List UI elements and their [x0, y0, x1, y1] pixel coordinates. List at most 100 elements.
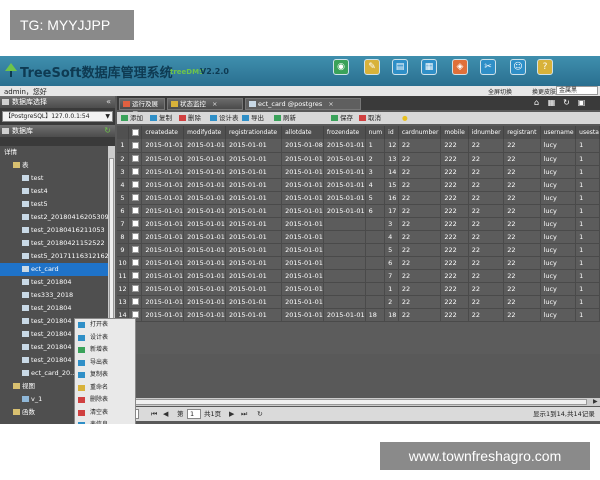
row-checkbox[interactable]	[131, 311, 139, 318]
table-cell[interactable]: 1	[575, 152, 600, 166]
table-cell[interactable]: 2015-01-01	[225, 269, 283, 283]
skin-select[interactable]: 金属黑	[556, 86, 598, 95]
table-cell[interactable]: 222	[440, 269, 469, 283]
fullscreen-toggle[interactable]: 全屏切换	[488, 87, 512, 96]
table-cell[interactable]	[323, 217, 366, 231]
table-cell[interactable]: 22	[503, 269, 541, 283]
table-row[interactable]: 9 2015-01-01 2015-01-01 2015-01-01 2015-01-0…	[117, 243, 600, 257]
row-select-cell[interactable]	[128, 256, 143, 270]
grid-horizontal-scrollbar[interactable]: ◀ ▶	[117, 398, 600, 406]
table-cell[interactable]	[323, 269, 366, 283]
user-icon[interactable]: ☺	[510, 59, 526, 75]
table-cell[interactable]: lucy	[540, 282, 577, 296]
table-cell[interactable]: 2015-01-01	[281, 217, 324, 231]
column-header[interactable]: num	[365, 126, 386, 139]
table-cell[interactable]: 2015-01-01	[183, 217, 226, 231]
table-cell[interactable]: 2015-01-01	[281, 295, 324, 309]
table-cell[interactable]: 2015-01-01	[323, 204, 366, 218]
table-cell[interactable]: 2015-01-01	[141, 269, 185, 283]
next-page-icon[interactable]: ▶	[229, 409, 234, 419]
table-cell[interactable]: 1	[575, 217, 600, 231]
column-header[interactable]: createdate	[141, 126, 185, 139]
table-cell[interactable]: 6	[365, 204, 386, 218]
table-cell[interactable]: 22	[398, 204, 442, 218]
help-icon[interactable]: ?	[537, 59, 553, 75]
table-cell[interactable]: 22	[503, 178, 541, 192]
table-cell[interactable]: 2015-01-01	[183, 230, 226, 244]
table-cell[interactable]: 2015-01-01	[183, 295, 226, 309]
table-cell[interactable]: 2015-01-01	[281, 243, 324, 257]
context-menu-item[interactable]: 新增表	[75, 344, 135, 357]
collapse-icon[interactable]: «	[106, 96, 111, 108]
table-cell[interactable]: 1	[365, 139, 386, 153]
row-select-cell[interactable]	[128, 243, 143, 257]
table-cell[interactable]: 222	[440, 282, 469, 296]
table-cell[interactable]: 12	[384, 139, 399, 153]
table-cell[interactable]: 2015-01-01	[141, 243, 185, 257]
table-cell[interactable]: 22	[468, 152, 505, 166]
table-cell[interactable]: 2015-01-01	[183, 308, 226, 322]
table-cell[interactable]: 18	[365, 308, 386, 322]
table-cell[interactable]: 2015-01-01	[141, 191, 185, 205]
grid-scrollbar-thumb[interactable]	[127, 399, 587, 405]
table-cell[interactable]	[323, 256, 366, 270]
table-cell[interactable]: 222	[440, 191, 469, 205]
table-row[interactable]: 6 2015-01-01 2015-01-01 2015-01-01 2015-01-0…	[117, 204, 600, 218]
table-cell[interactable]: 2015-01-01	[183, 204, 226, 218]
table-cell[interactable]: 5	[384, 243, 399, 257]
row-checkbox[interactable]	[131, 155, 139, 162]
table-cell[interactable]: 22	[503, 191, 541, 205]
table-cell[interactable]: 2015-01-01	[141, 217, 185, 231]
row-select-cell[interactable]	[128, 282, 143, 296]
table-row[interactable]: 2 2015-01-01 2015-01-01 2015-01-01 2015-01-0…	[117, 152, 600, 166]
table-cell[interactable]: 22	[468, 295, 505, 309]
refresh-tab-icon[interactable]: ↻	[561, 98, 572, 108]
table-cell[interactable]: 222	[440, 139, 469, 153]
table-cell[interactable]: 22	[468, 256, 505, 270]
table-cell[interactable]: 2015-01-01	[225, 139, 283, 153]
row-checkbox[interactable]	[131, 220, 139, 227]
table-row[interactable]: 11 2015-01-01 2015-01-01 2015-01-01 2015-01-…	[117, 269, 600, 283]
table-cell[interactable]: 2015-01-01	[225, 295, 283, 309]
row-checkbox[interactable]	[131, 233, 139, 240]
tab-0[interactable]: 运行及展示×	[119, 98, 165, 118]
backup-icon[interactable]: ◈	[452, 59, 468, 75]
table-cell[interactable]: 2015-01-01	[225, 152, 283, 166]
table-cell[interactable]: 22	[468, 308, 505, 322]
tab-2[interactable]: ect_card @postgres ×	[245, 98, 361, 110]
table-cell[interactable]: 22	[503, 139, 541, 153]
table-cell[interactable]: 2015-01-01	[183, 282, 226, 296]
table-cell[interactable]: lucy	[540, 308, 577, 322]
tree-item-table[interactable]: tes333_2018	[0, 289, 115, 302]
table-cell[interactable]: 222	[440, 256, 469, 270]
table-cell[interactable]: 2015-01-01	[183, 178, 226, 192]
close-icon[interactable]: ×	[328, 100, 333, 108]
table-cell[interactable]: 1	[575, 282, 600, 296]
table-cell[interactable]: 22	[398, 152, 442, 166]
row-select-cell[interactable]	[128, 230, 143, 244]
table-cell[interactable]: 1	[575, 269, 600, 283]
table-cell[interactable]: lucy	[540, 165, 577, 179]
table-cell[interactable]: 22	[398, 243, 442, 257]
chevron-down-icon[interactable]: ▼	[105, 112, 110, 121]
row-checkbox[interactable]	[131, 246, 139, 253]
table-row[interactable]: 5 2015-01-01 2015-01-01 2015-01-01 2015-01-0…	[117, 191, 600, 205]
copy-button[interactable]: 复制	[150, 113, 172, 123]
table-cell[interactable]: 1	[575, 308, 600, 322]
table-row[interactable]: 14 2015-01-01 2015-01-01 2015-01-01 2015-01-…	[117, 308, 600, 322]
table-cell[interactable]: 3	[384, 217, 399, 231]
close-icon[interactable]: ×	[212, 100, 217, 108]
table-row[interactable]: 3 2015-01-01 2015-01-01 2015-01-01 2015-01-0…	[117, 165, 600, 179]
table-cell[interactable]: 2015-01-01	[141, 152, 185, 166]
table-cell[interactable]: 222	[440, 230, 469, 244]
table-cell[interactable]: 2015-01-01	[225, 178, 283, 192]
row-checkbox[interactable]	[131, 298, 139, 305]
table-cell[interactable]: 5	[365, 191, 386, 205]
table-cell[interactable]: 2015-01-01	[225, 165, 283, 179]
scroll-right-icon[interactable]: ▶	[593, 398, 598, 405]
row-checkbox[interactable]	[131, 272, 139, 279]
row-select-cell[interactable]	[128, 178, 143, 192]
cancel-button[interactable]: 取消	[359, 113, 381, 123]
table-cell[interactable]: 2015-01-01	[281, 191, 324, 205]
context-menu-item[interactable]: 导出表	[75, 357, 135, 370]
